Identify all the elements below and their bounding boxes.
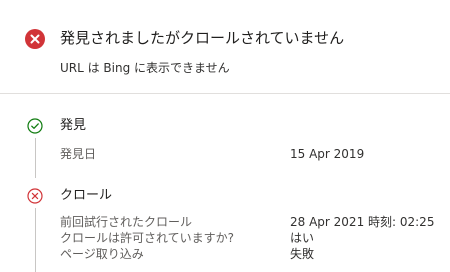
check-circle-icon xyxy=(27,118,43,134)
discovery-section-title: 発見 xyxy=(60,118,87,133)
crawl-section-title: クロール xyxy=(60,188,113,203)
discovery-timeline-line xyxy=(35,138,36,178)
url-inspection-panel: 発見されましたがクロールされていません URL は Bing に表示できません … xyxy=(0,0,450,272)
discovery-date-label: 発見日 xyxy=(60,147,97,161)
error-circle-outline-icon xyxy=(27,188,43,204)
last-crawl-value: 28 Apr 2021 時刻: 02:25 xyxy=(290,215,435,229)
crawl-timeline-line xyxy=(35,208,36,272)
page-fetch-value: 失敗 xyxy=(290,247,315,261)
status-header: 発見されましたがクロールされていません URL は Bing に表示できません xyxy=(0,0,450,94)
page-fetch-label: ページ取り込み xyxy=(60,247,144,261)
last-crawl-label: 前回試行されたクロール xyxy=(60,215,193,229)
crawl-allowed-value: はい xyxy=(290,231,315,245)
error-circle-icon xyxy=(25,29,45,49)
status-title: 発見されましたがクロールされていません xyxy=(60,29,345,47)
discovery-date-value: 15 Apr 2019 xyxy=(290,147,365,161)
crawl-allowed-label: クロールは許可されていますか? xyxy=(60,231,235,245)
status-subtitle: URL は Bing に表示できません xyxy=(60,61,230,75)
